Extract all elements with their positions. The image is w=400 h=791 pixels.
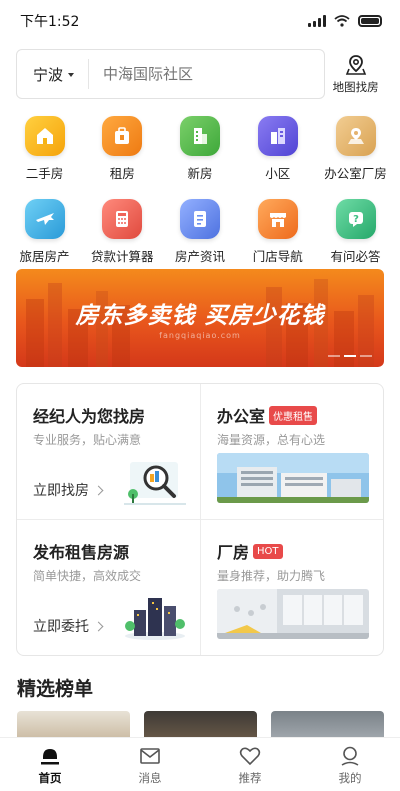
city-selector[interactable]: 宁波 xyxy=(17,50,88,98)
battery-icon xyxy=(358,15,382,27)
menu-label: 房产资讯 xyxy=(174,249,225,264)
menu-label: 租房 xyxy=(109,166,135,181)
menu-label: 有问必答 xyxy=(330,249,381,264)
quick-menu-row: 旅居房产 贷款计算器 房产资讯 门店导航 ? 有问必答 xyxy=(0,199,400,265)
featured-section-title: 精选榜单 xyxy=(17,678,94,700)
menu-label: 二手房 xyxy=(25,166,64,181)
heart-icon xyxy=(239,747,261,766)
banner-pagination xyxy=(328,355,372,357)
menu-item-rent[interactable]: 租房 xyxy=(84,116,161,182)
banner-dot xyxy=(360,355,372,357)
status-bar: 下午1:52 xyxy=(0,0,400,42)
svg-text:?: ? xyxy=(353,214,359,225)
tab-label: 首页 xyxy=(38,771,62,785)
map-pin-icon xyxy=(345,54,366,75)
map-pin-icon xyxy=(335,116,376,156)
card-action-label: 立即委托 xyxy=(33,619,89,635)
question-icon: ? xyxy=(335,199,376,239)
store-icon xyxy=(257,199,298,239)
apartment-icon xyxy=(257,116,298,156)
menu-label: 旅居房产 xyxy=(19,249,70,264)
airplane-icon xyxy=(24,199,65,239)
card-subtitle: 专业服务，贴心满意 xyxy=(33,433,142,447)
quick-menu-row: 二手房 租房 新房 小区 办公室厂房 xyxy=(0,116,400,182)
caret-down-icon xyxy=(68,73,75,77)
banner-dot xyxy=(328,355,340,357)
card-subtitle: 海量资源，总有心选 xyxy=(217,433,326,447)
tab-messages[interactable]: 消息 xyxy=(100,738,200,791)
menu-item-loan-calculator[interactable]: 贷款计算器 xyxy=(84,199,161,265)
suitcase-icon xyxy=(102,116,143,156)
menu-label: 门店导航 xyxy=(252,249,303,264)
house-icon xyxy=(24,116,65,156)
tab-label: 消息 xyxy=(138,771,162,785)
publish-listing-card[interactable]: 发布租售房源 简单快捷，高效成交 立即委托 xyxy=(17,520,201,655)
tab-label: 我的 xyxy=(338,771,362,785)
menu-item-new-house[interactable]: 新房 xyxy=(162,116,239,182)
menu-label: 小区 xyxy=(265,166,291,181)
factory-card[interactable]: 厂房 HOT 量身推荐，助力腾飞 xyxy=(201,520,383,655)
promo-banner[interactable]: 房东多卖钱 买房少花钱 fangqiaqiao.com xyxy=(16,269,384,367)
calculator-icon xyxy=(102,199,143,239)
quick-menu: 二手房 租房 新房 小区 办公室厂房 旅居房产 贷款计算器 房产资讯 门店导航 … xyxy=(0,116,400,282)
menu-item-travel-property[interactable]: 旅居房产 xyxy=(6,199,83,265)
card-title: 办公室 优惠租售 xyxy=(217,403,318,427)
search-row: 宁波 地图找房 xyxy=(16,48,384,100)
banner-title: 房东多卖钱 买房少花钱 xyxy=(75,303,325,329)
building-icon xyxy=(180,116,220,156)
tab-home[interactable]: 首页 xyxy=(0,738,100,791)
tab-profile[interactable]: 我的 xyxy=(300,738,400,791)
status-time: 下午1:52 xyxy=(20,14,80,30)
mail-icon xyxy=(140,748,160,764)
banner-subtitle: fangqiaqiao.com xyxy=(159,331,241,340)
chevron-right-icon xyxy=(93,485,104,495)
status-icons xyxy=(308,15,382,27)
card-action-label: 立即找房 xyxy=(33,483,89,499)
card-subtitle: 量身推荐，助力腾飞 xyxy=(217,569,326,583)
card-title: 发布租售房源 xyxy=(33,543,130,562)
document-icon xyxy=(180,199,220,239)
entrust-now-link[interactable]: 立即委托 xyxy=(33,616,104,636)
search-input[interactable] xyxy=(89,65,325,83)
home-icon xyxy=(41,749,59,765)
menu-item-qa[interactable]: ? 有问必答 xyxy=(317,199,394,265)
menu-item-community[interactable]: 小区 xyxy=(239,116,316,182)
office-building-image xyxy=(217,453,369,503)
menu-item-store-navigation[interactable]: 门店导航 xyxy=(239,199,316,265)
signal-icon xyxy=(308,15,326,27)
card-subtitle: 简单快捷，高效成交 xyxy=(33,569,142,583)
user-icon xyxy=(341,746,359,766)
factory-interior-image xyxy=(217,589,369,639)
menu-item-second-hand[interactable]: 二手房 xyxy=(6,116,83,182)
map-search-button[interactable]: 地图找房 xyxy=(327,54,384,95)
chevron-right-icon xyxy=(93,621,104,631)
tab-label: 推荐 xyxy=(238,771,262,785)
magnifier-illustration-icon xyxy=(124,462,186,505)
card-title: 厂房 HOT xyxy=(217,539,283,563)
menu-label: 办公室厂房 xyxy=(324,166,387,181)
agent-find-card[interactable]: 经纪人为您找房 专业服务，贴心满意 立即找房 xyxy=(17,384,201,520)
city-label: 宁波 xyxy=(33,65,64,84)
menu-item-property-news[interactable]: 房产资讯 xyxy=(162,199,239,265)
menu-label: 新房 xyxy=(187,166,213,181)
card-title-text: 办公室 xyxy=(217,407,266,426)
office-card[interactable]: 办公室 优惠租售 海量资源，总有心选 xyxy=(201,384,383,520)
promo-tag: 优惠租售 xyxy=(269,405,318,425)
banner-dot-active xyxy=(344,355,356,357)
service-cards: 经纪人为您找房 专业服务，贴心满意 立即找房 办公室 优惠租售 海量资源，总有心… xyxy=(16,383,384,656)
bottom-tab-bar: 首页 消息 推荐 我的 xyxy=(0,737,400,791)
card-title: 经纪人为您找房 xyxy=(33,407,146,426)
menu-item-office-factory[interactable]: 办公室厂房 xyxy=(317,116,394,182)
wifi-icon xyxy=(334,15,350,27)
map-search-label: 地图找房 xyxy=(332,79,379,94)
menu-label: 贷款计算器 xyxy=(90,249,154,264)
search-box: 宁波 xyxy=(16,49,326,99)
card-title-text: 厂房 xyxy=(217,543,250,562)
tab-recommend[interactable]: 推荐 xyxy=(200,738,300,791)
find-now-link[interactable]: 立即找房 xyxy=(33,480,104,500)
hot-tag: HOT xyxy=(253,543,283,559)
buildings-illustration-icon xyxy=(125,598,185,640)
